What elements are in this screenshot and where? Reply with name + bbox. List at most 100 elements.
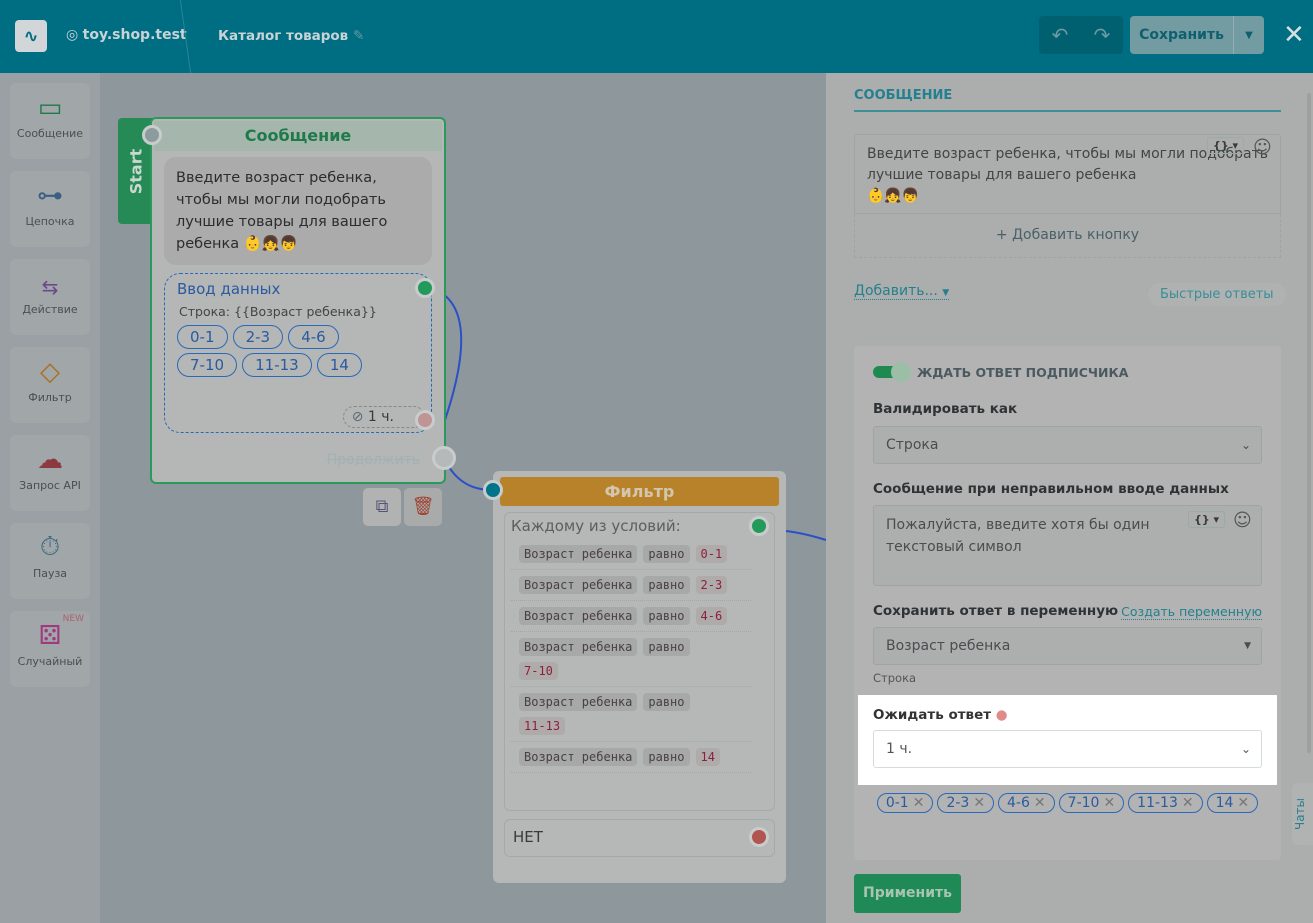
condition-group[interactable]: Каждому из условий: Возраст ребенка равно… [504, 512, 775, 811]
else-branch[interactable]: НЕТ [504, 819, 775, 857]
condition-operator: равно [643, 638, 690, 656]
chats-tab-label: Чаты [1293, 797, 1308, 831]
validate-select[interactable]: Строка ⌄ [873, 426, 1262, 464]
copy-node-button[interactable]: ⧉ [363, 488, 401, 526]
quick-reply-chip[interactable]: 11-13 [242, 353, 312, 377]
remove-chip-icon[interactable]: ✕ [1237, 795, 1249, 811]
input-block[interactable]: Ввод данных Строка: {{Возраст ребенка}} … [164, 273, 435, 433]
error-message-text: Пожалуйста, введите хотя бы один текстов… [886, 517, 1150, 555]
answer-chip[interactable]: 2-3 ✕ [937, 793, 995, 813]
quick-reply-chip[interactable]: 4-6 [288, 325, 339, 349]
condition-variable: Возраст ребенка [519, 693, 638, 711]
filter-condition[interactable]: Возраст ребенка равно 2-3 [511, 570, 751, 601]
condition-port[interactable] [749, 516, 769, 536]
quick-reply-chip[interactable]: 7-10 [177, 353, 238, 377]
input-port[interactable] [415, 278, 435, 298]
chip-label: 11-13 [1137, 795, 1178, 811]
quick-reply-chip[interactable]: 2-3 [232, 325, 284, 349]
trash-icon: 🗑 [411, 496, 435, 517]
node-title: Сообщение [154, 121, 442, 151]
start-label: Start [126, 148, 146, 195]
condition-value: 0-1 [695, 545, 728, 563]
filter-condition[interactable]: Возраст ребенка равно 7-10 [511, 632, 751, 687]
wait-reply-toggle[interactable] [873, 362, 911, 382]
create-variable-link[interactable]: Создать переменную [1121, 604, 1262, 620]
quick-replies-button[interactable]: Быстрые ответы [1148, 283, 1286, 306]
condition-value: 7-10 [519, 662, 558, 680]
insert-variable-button[interactable]: {} ▾ [1207, 137, 1245, 154]
condition-variable: Возраст ребенка [519, 638, 638, 656]
remove-chip-icon[interactable]: ✕ [913, 795, 925, 811]
add-menu-dropdown[interactable]: Добавить... ▼ [854, 283, 950, 300]
wait-reply-section: Ожидать ответ ● 1 ч. ⌄ [858, 695, 1277, 785]
timeout-badge[interactable]: ⊘ 1 ч. [342, 406, 425, 428]
answer-chip[interactable]: 0-1 ✕ [876, 793, 934, 813]
entry-port[interactable] [142, 125, 162, 145]
delete-node-button[interactable]: 🗑 [404, 488, 442, 526]
wait-reply-label: Ожидать ответ ● [873, 707, 1008, 723]
condition-operator: равно [643, 607, 690, 625]
add-button-link[interactable]: + Добавить кнопку [854, 214, 1281, 258]
condition-operator: равно [643, 545, 690, 563]
answer-chip[interactable]: 11-13 ✕ [1128, 793, 1203, 813]
input-variable: Строка: {{Возраст ребенка}} [179, 304, 377, 319]
validate-value: Строка [886, 437, 939, 453]
chip-label: 14 [1215, 795, 1234, 811]
properties-panel: СООБЩЕНИЕ Введите возраст ребенка, чтобы… [826, 73, 1313, 923]
error-message-label: Сообщение при неправильном вводе данных [873, 481, 1229, 497]
panel-scrollbar[interactable] [1307, 93, 1311, 753]
filter-condition[interactable]: Возраст ребенка равно 0-1 [511, 539, 751, 570]
wait-reply-select[interactable]: 1 ч. ⌄ [873, 730, 1262, 768]
variable-type: Строка [873, 671, 917, 685]
variable-value: Возраст ребенка [886, 638, 1011, 654]
wait-toggle-label: ЖДАТЬ ОТВЕТ ПОДПИСЧИКА [917, 365, 1129, 380]
filter-entry-port[interactable] [483, 480, 503, 500]
quick-reply-chip[interactable]: 14 [316, 353, 362, 377]
filter-condition[interactable]: Возраст ребенка равно 14 [511, 742, 751, 773]
condition-value: 2-3 [695, 576, 728, 594]
remove-chip-icon[interactable]: ✕ [1103, 795, 1115, 811]
add-menu-label: Добавить... [854, 283, 938, 299]
quick-reply-chip[interactable]: 0-1 [177, 325, 228, 349]
apply-button[interactable]: Применить [854, 874, 961, 913]
chevron-down-icon: ⌄ [1240, 438, 1251, 452]
timeout-value: 1 ч. [367, 409, 394, 425]
condition-operator: равно [643, 576, 690, 594]
continue-label: Продолжить [326, 452, 420, 468]
chip-label: 0-1 [885, 795, 909, 811]
node-title: Фильтр [500, 477, 779, 506]
message-text: Введите возраст ребенка, чтобы мы могли … [867, 146, 1268, 204]
tab-message[interactable]: СООБЩЕНИЕ [854, 88, 952, 103]
filter-condition[interactable]: Возраст ребенка равно 4-6 [511, 601, 751, 632]
filter-condition[interactable]: Возраст ребенка равно 11-13 [511, 687, 751, 742]
remove-chip-icon[interactable]: ✕ [973, 795, 985, 811]
remove-chip-icon[interactable]: ✕ [1034, 795, 1046, 811]
no-entry-icon: ⊘ [351, 409, 364, 425]
condition-operator: равно [643, 748, 690, 766]
chats-tab[interactable]: Чаты [1292, 783, 1313, 845]
save-variable-label: Сохранить ответ в переменную [873, 603, 1119, 619]
answer-chip[interactable]: 7-10 ✕ [1058, 793, 1125, 813]
chip-label: 2-3 [946, 795, 970, 811]
chip-label: 4-6 [1007, 795, 1030, 811]
filter-node[interactable]: Фильтр Каждому из условий: Возраст ребен… [483, 471, 786, 883]
condition-variable: Возраст ребенка [519, 545, 638, 563]
answer-chip[interactable]: 4-6 ✕ [998, 793, 1055, 813]
else-label: НЕТ [513, 828, 543, 846]
insert-variable-button[interactable]: {} ▾ [1188, 511, 1226, 528]
else-port[interactable] [749, 827, 769, 847]
variable-select[interactable]: Возраст ребенка ▼ [873, 627, 1262, 665]
wait-reply-value: 1 ч. [886, 741, 913, 757]
validate-label: Валидировать как [873, 401, 1018, 417]
caret-down-icon: ▼ [1244, 641, 1251, 651]
message-node[interactable]: Сообщение Введите возраст ребенка, чтобы… [142, 117, 456, 484]
remove-chip-icon[interactable]: ✕ [1182, 795, 1194, 811]
timeout-port[interactable] [415, 410, 435, 430]
condition-value: 14 [695, 748, 720, 766]
answer-chip[interactable]: 14 ✕ [1206, 793, 1259, 813]
emoji-button[interactable]: ☺ [1253, 137, 1272, 158]
continue-port[interactable] [432, 446, 456, 470]
tab-underline [854, 110, 1281, 112]
condition-variable: Возраст ребенка [519, 607, 638, 625]
emoji-button[interactable]: ☺ [1233, 510, 1252, 531]
